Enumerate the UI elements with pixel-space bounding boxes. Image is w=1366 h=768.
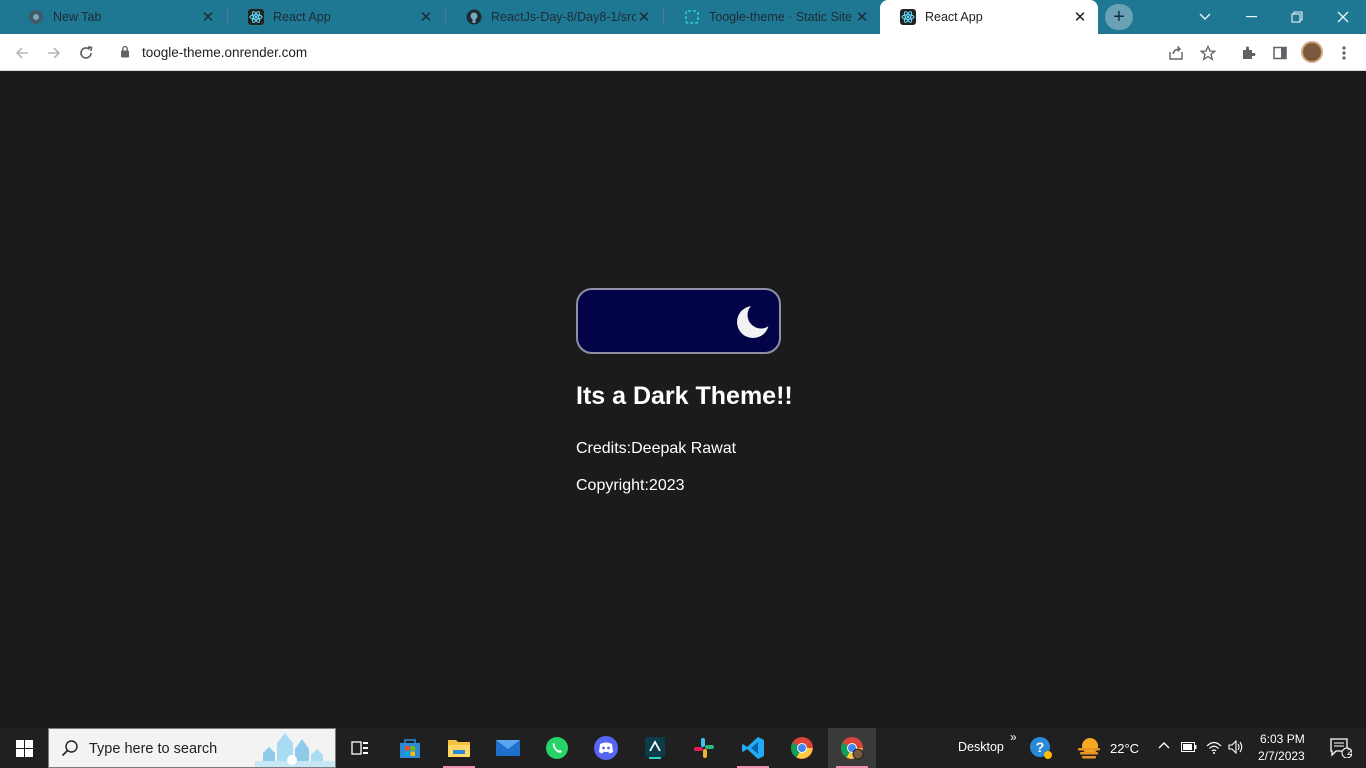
forward-button[interactable] [41,40,67,66]
slack-icon [694,738,714,758]
reload-button[interactable] [73,40,99,66]
svg-text:?: ? [1036,739,1045,755]
task-view-icon [351,741,368,755]
tab-github[interactable]: ReactJs-Day-8/Day8-1/src at ✕ [446,0,662,34]
show-hidden-icons[interactable] [1158,738,1170,752]
search-placeholder: Type here to search [89,741,218,757]
render-icon [684,9,700,25]
notification-count: 2 [1347,747,1353,757]
minimize-button[interactable] [1228,0,1274,34]
vscode-icon [742,737,764,759]
tab-new-tab[interactable]: New Tab ✕ [8,0,226,34]
folder-icon [448,740,470,757]
close-icon[interactable]: ✕ [200,9,216,26]
taskbar-search-box[interactable]: Type here to search [48,728,336,768]
lock-icon[interactable] [120,45,130,63]
credits-text: Credits:Deepak Rawat [576,440,737,457]
whatsapp-icon [546,737,568,759]
search-icon [61,739,79,762]
file-explorer-button[interactable] [435,728,483,768]
chrome-profile-button[interactable] [828,728,876,768]
theme-heading: Its a Dark Theme!! [576,382,793,410]
tab-search-icon[interactable] [1182,0,1228,34]
task-view-button[interactable] [336,728,384,768]
page-content: Its a Dark Theme!! Credits:Deepak Rawat … [0,71,1366,728]
mail-icon [496,740,520,756]
notification-center-button[interactable]: 2 [1318,728,1364,768]
close-icon[interactable]: ✕ [1072,9,1088,26]
mail-button[interactable] [484,728,532,768]
menu-kebab-icon[interactable] [1333,42,1355,64]
close-window-button[interactable] [1320,0,1366,34]
close-icon[interactable]: ✕ [636,9,652,26]
close-icon[interactable]: ✕ [854,9,870,26]
tab-render[interactable]: Toogle-theme · Static Site · ✕ [664,0,880,34]
browser-toolbar: toogle-theme.onrender.com [0,34,1366,71]
tab-title: ReactJs-Day-8/Day8-1/src at [491,10,636,24]
weather-icon [1078,738,1100,759]
whatsapp-button[interactable] [533,728,581,768]
extensions-icon[interactable] [1237,42,1259,64]
search-highlight-illustration [255,729,335,767]
tab-react-app-active[interactable]: React App ✕ [880,0,1098,34]
back-button[interactable] [9,40,35,66]
microsoft-store-button[interactable] [386,728,434,768]
app-icon [645,737,665,759]
microsoft-store-icon [400,739,420,758]
restore-button[interactable] [1274,0,1320,34]
desktop-toolbar-label[interactable]: Desktop [958,740,1004,754]
tab-react-app[interactable]: React App ✕ [228,0,444,34]
battery-icon[interactable] [1181,741,1197,755]
weather-widget[interactable]: 22°C [1076,728,1146,768]
discord-icon [594,736,618,760]
react-icon [248,9,264,25]
tab-strip: New Tab ✕ React App ✕ ReactJs-Day-8/Day8… [0,0,1366,34]
github-icon [466,9,482,25]
help-button[interactable]: ? [1018,728,1064,768]
theme-toggle-button[interactable] [576,288,781,354]
new-tab-button[interactable]: + [1105,4,1133,30]
chrome-button[interactable] [778,728,826,768]
side-panel-icon[interactable] [1269,42,1291,64]
react-icon [900,9,916,25]
tab-title: React App [273,10,331,24]
chrome-icon [28,9,44,25]
close-icon[interactable]: ✕ [418,9,434,26]
profile-avatar[interactable] [1301,41,1323,63]
chrome-icon [791,737,813,759]
tab-title: Toogle-theme · Static Site · [709,10,854,24]
weather-temp: 22°C [1110,740,1140,756]
address-bar[interactable]: toogle-theme.onrender.com [108,38,1228,67]
copyright-text: Copyright:2023 [576,477,685,494]
clock-time[interactable]: 6:03 PM [1260,732,1305,746]
discord-button[interactable] [582,728,630,768]
address-url[interactable]: toogle-theme.onrender.com [142,45,307,60]
toolbar-expand-icon[interactable]: » [1010,730,1017,744]
chrome-profile-icon [841,737,864,760]
wifi-icon[interactable] [1206,740,1222,757]
moon-icon [737,301,775,338]
tab-title: New Tab [53,10,102,24]
windows-icon [15,739,33,757]
tab-title: React App [925,10,983,24]
slack-button[interactable] [680,728,728,768]
volume-icon[interactable] [1228,739,1244,757]
windows-taskbar: Type here to search Desktop » ? 22°C 6:0… [0,728,1366,768]
app-button[interactable] [631,728,679,768]
help-icon: ? [1030,737,1052,759]
bookmark-star-icon[interactable] [1197,42,1219,64]
start-button[interactable] [0,728,48,768]
clock-date[interactable]: 2/7/2023 [1258,749,1305,763]
vscode-button[interactable] [729,728,777,768]
share-icon[interactable] [1165,42,1187,64]
